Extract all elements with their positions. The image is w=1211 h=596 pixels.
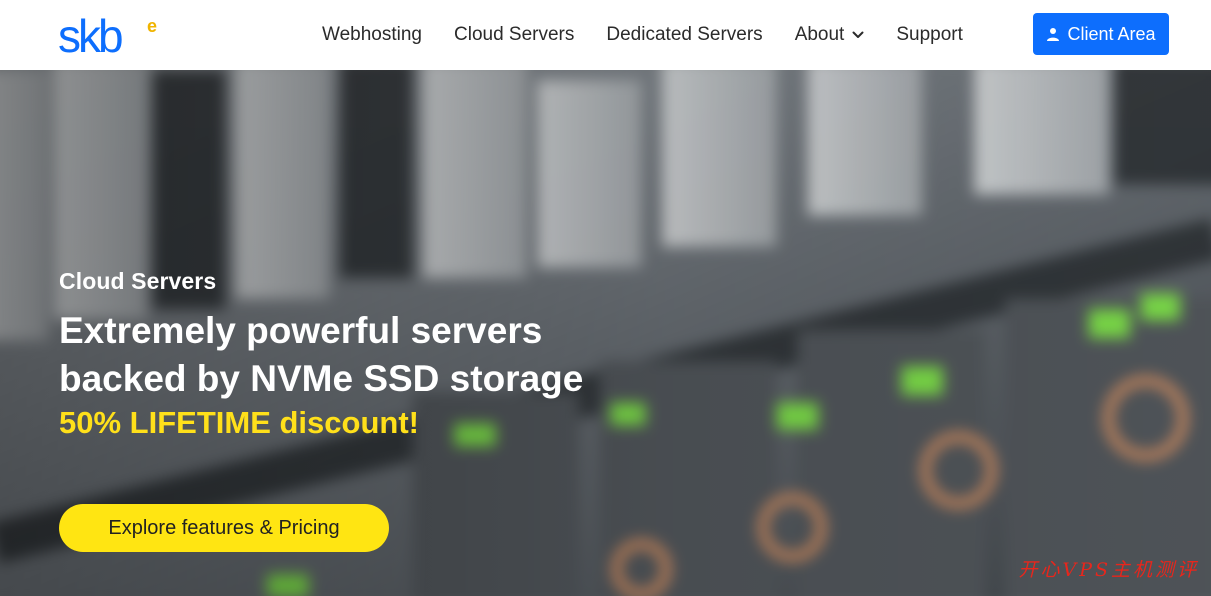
svg-text:e: e [147, 16, 157, 36]
nav-support[interactable]: Support [896, 24, 963, 46]
client-area-label: Client Area [1067, 23, 1156, 44]
nav-webhosting-label: Webhosting [322, 24, 422, 45]
nav-cloud-servers-label: Cloud Servers [454, 24, 575, 45]
nav-cloud-servers[interactable]: Cloud Servers [454, 24, 574, 46]
explore-pricing-label: Explore features & Pricing [108, 516, 340, 539]
promo-text: 50% LIFETIME discount! [59, 405, 419, 440]
hero-eyebrow: Cloud Servers [59, 268, 217, 294]
nav-dedicated-servers-label: Dedicated Servers [606, 24, 763, 45]
hero-headline-line1: Extremely powerful servers [59, 310, 543, 351]
chevron-down-icon [852, 31, 864, 38]
nav-webhosting[interactable]: Webhosting [322, 24, 422, 46]
nav-support-label: Support [896, 24, 963, 45]
watermark-text: 开心VPS主机测评 [1018, 559, 1199, 581]
client-area-button[interactable]: Client Area [1033, 13, 1169, 55]
nav-about[interactable]: About [795, 24, 865, 46]
hero-content: Cloud Servers Extremely powerful servers… [59, 268, 659, 441]
hero-headline: Extremely powerful servers backed by NVM… [59, 307, 659, 403]
hero-headline-line2: backed by NVMe SSD storage [59, 358, 584, 399]
explore-pricing-button[interactable]: Explore features & Pricing [59, 504, 389, 552]
main-nav: Webhosting Cloud Servers Dedicated Serve… [322, 0, 995, 70]
user-icon [1047, 28, 1060, 41]
nav-dedicated-servers[interactable]: Dedicated Servers [606, 24, 762, 46]
nav-about-label: About [794, 24, 845, 45]
hero-section: Cloud Servers Extremely powerful servers… [0, 70, 1211, 596]
svg-text:skb: skb [58, 10, 122, 60]
site-header: skb e Webhosting Cloud Servers Dedicated… [0, 0, 1211, 70]
skbe-logo[interactable]: skb e [58, 10, 168, 60]
